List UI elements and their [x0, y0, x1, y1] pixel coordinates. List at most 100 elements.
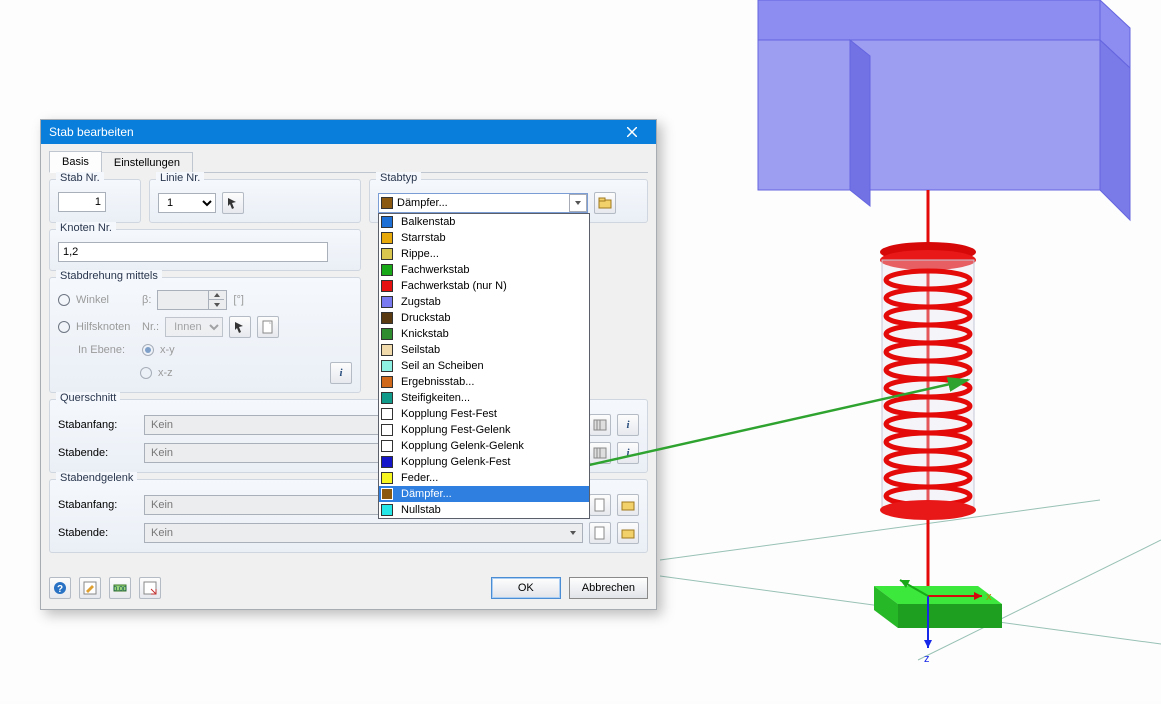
stabtyp-swatch — [381, 197, 393, 209]
stabtyp-option[interactable]: Steifigkeiten... — [379, 390, 589, 406]
radio-xz[interactable] — [140, 367, 152, 379]
stabtyp-option[interactable]: Kopplung Fest-Fest — [379, 406, 589, 422]
g-ende-value[interactable]: Kein — [144, 523, 583, 543]
units-button[interactable]: 0.00 — [109, 577, 131, 599]
color-swatch — [381, 328, 393, 340]
color-swatch — [381, 408, 393, 420]
stabtyp-option[interactable]: Knickstab — [379, 326, 589, 342]
dialog-title: Stab bearbeiten — [49, 125, 614, 139]
close-icon — [627, 127, 637, 137]
stab-nr-input[interactable] — [58, 192, 106, 212]
help-icon: ? — [53, 581, 67, 595]
option-label: Dämpfer... — [401, 488, 452, 500]
hilfsknoten-combo[interactable]: Innen — [165, 317, 223, 337]
stabtyp-option[interactable]: Zugstab — [379, 294, 589, 310]
stabtyp-option[interactable]: Seil an Scheiben — [379, 358, 589, 374]
option-label: Kopplung Gelenk-Fest — [401, 456, 510, 468]
stabtyp-option[interactable]: Fachwerkstab — [379, 262, 589, 278]
q-ende-lib-button[interactable] — [589, 442, 611, 464]
stabtyp-option[interactable]: Ergebnisstab... — [379, 374, 589, 390]
pencil-icon — [83, 581, 97, 595]
stabtyp-option[interactable]: Seilstab — [379, 342, 589, 358]
arrow-pick-icon — [226, 196, 240, 210]
g-ende-edit-button[interactable] — [617, 522, 639, 544]
color-swatch — [381, 504, 393, 516]
color-swatch — [381, 216, 393, 228]
stabtyp-option[interactable]: Kopplung Gelenk-Fest — [379, 454, 589, 470]
stabtyp-option[interactable]: Starrstab — [379, 230, 589, 246]
q-ende-label: Stabende: — [58, 447, 138, 459]
ok-button[interactable]: OK — [491, 577, 561, 599]
group-linie-nr: Linie Nr. — [156, 172, 204, 184]
g-ende-new-button[interactable] — [589, 522, 611, 544]
library-icon — [593, 446, 607, 460]
help-button[interactable]: ? — [49, 577, 71, 599]
radio-winkel[interactable] — [58, 294, 70, 306]
beta-spin[interactable] — [157, 290, 227, 310]
color-swatch — [381, 248, 393, 260]
option-label: Seil an Scheiben — [401, 360, 484, 372]
label-beta: β: — [142, 294, 151, 306]
axis-z-label: z — [924, 653, 930, 665]
color-swatch — [381, 472, 393, 484]
q-ende-info-button[interactable]: i — [617, 442, 639, 464]
dialog-tabs: Basis Einstellungen — [49, 150, 648, 173]
q-anfang-info-button[interactable]: i — [617, 414, 639, 436]
note-button[interactable] — [79, 577, 101, 599]
axis-x-label: x — [986, 591, 992, 603]
label-nr: Nr.: — [142, 321, 159, 333]
q-anfang-lib-button[interactable] — [589, 414, 611, 436]
pick-node-button[interactable] — [229, 316, 251, 338]
stabtyp-option[interactable]: Druckstab — [379, 310, 589, 326]
color-swatch — [381, 280, 393, 292]
option-label: Nullstab — [401, 504, 441, 516]
chevron-down-icon — [569, 194, 587, 212]
knoten-nr-input[interactable] — [58, 242, 328, 262]
stabtyp-option[interactable]: Rippe... — [379, 246, 589, 262]
color-swatch — [381, 424, 393, 436]
g-anfang-edit-button[interactable] — [617, 494, 639, 516]
document-icon — [593, 498, 607, 512]
dialog-titlebar[interactable]: Stab bearbeiten — [41, 120, 656, 144]
stabtyp-option[interactable]: Kopplung Fest-Gelenk — [379, 422, 589, 438]
close-button[interactable] — [614, 122, 650, 142]
cancel-button[interactable]: Abbrechen — [569, 577, 648, 599]
stabtyp-option[interactable]: Kopplung Gelenk-Gelenk — [379, 438, 589, 454]
g-anfang-new-button[interactable] — [589, 494, 611, 516]
dialog-button-bar: ? 0.00 OK Abbrechen — [41, 569, 656, 609]
tab-basis[interactable]: Basis — [49, 151, 102, 173]
folder-icon — [621, 498, 635, 512]
info-rotation-button[interactable]: i — [330, 362, 352, 384]
linie-nr-combo[interactable]: 1 — [158, 193, 216, 213]
ruler-icon: 0.00 — [113, 581, 127, 595]
excel-button[interactable] — [139, 577, 161, 599]
folder-icon — [598, 196, 612, 210]
group-knoten-nr: Knoten Nr. — [56, 222, 116, 234]
stabtyp-option[interactable]: Dämpfer... — [379, 486, 589, 502]
stabtyp-edit-button[interactable] — [594, 192, 616, 214]
group-stab-nr: Stab Nr. — [56, 172, 104, 184]
stabtyp-combo[interactable]: Dämpfer... BalkenstabStarrstabRippe...Fa… — [378, 193, 588, 213]
new-node-button[interactable] — [257, 316, 279, 338]
g-ende-label: Stabende: — [58, 527, 138, 539]
g-anfang-label: Stabanfang: — [58, 499, 138, 511]
option-label: Feder... — [401, 472, 438, 484]
group-stabtyp: Stabtyp — [376, 172, 421, 184]
label-winkel: Winkel — [76, 294, 136, 306]
document-icon — [261, 320, 275, 334]
stabtyp-dropdown[interactable]: BalkenstabStarrstabRippe... Fachwerkstab F… — [378, 213, 590, 519]
color-swatch — [381, 488, 393, 500]
option-label: Fachwerkstab — [401, 264, 469, 276]
group-querschnitt: Querschnitt — [56, 392, 120, 404]
color-swatch — [381, 312, 393, 324]
pick-line-button[interactable] — [222, 192, 244, 214]
tab-einstellungen[interactable]: Einstellungen — [101, 152, 193, 173]
stabtyp-option[interactable]: Fachwerkstab (nur N) — [379, 278, 589, 294]
stabtyp-option[interactable]: Balkenstab — [379, 214, 589, 230]
option-label: Ergebnisstab... — [401, 376, 474, 388]
radio-xy[interactable] — [142, 344, 154, 356]
stabtyp-option[interactable]: Feder... — [379, 470, 589, 486]
stabtyp-option[interactable]: Nullstab — [379, 502, 589, 518]
radio-hilfsknoten[interactable] — [58, 321, 70, 333]
option-label: Fachwerkstab (nur N) — [401, 280, 507, 292]
